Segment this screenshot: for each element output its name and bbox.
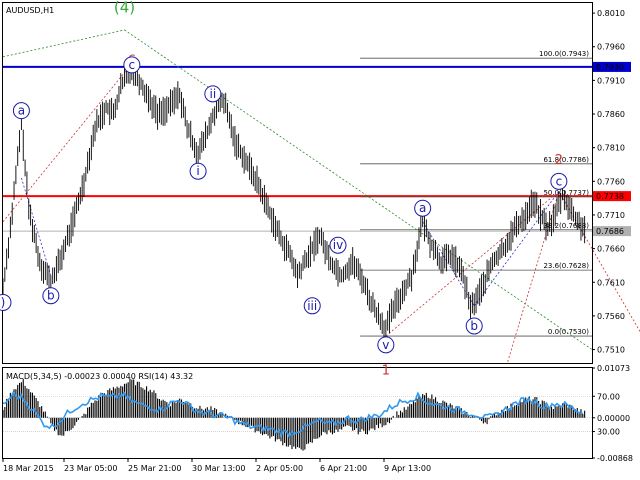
ytick-label-3: 0.7860 [597, 110, 625, 119]
ytick-label-7: 0.7660 [597, 245, 625, 254]
wave-label-3: a [18, 104, 25, 118]
hline-price-label-2: 0.7686 [596, 227, 624, 236]
ind-ytick-label-4: -0.00868 [597, 454, 633, 463]
wave-label-6: i [196, 164, 199, 178]
xtick-label-1: 23 Mar 05:00 [64, 464, 117, 473]
xtick-label-5: 6 Apr 21:00 [320, 464, 367, 473]
wave-label-7: iv [333, 238, 343, 252]
wave-label-5: ii [209, 87, 216, 101]
xtick-label-6: 9 Apr 13:00 [384, 464, 431, 473]
ind-ytick-label-3: 30.00 [597, 428, 620, 437]
wave-label-14: c [556, 174, 563, 188]
wave-label-15: ) [1, 295, 6, 309]
wave-label-4: b [47, 289, 55, 303]
price-chart[interactable]: 0.7930 0.7738 0.7686 100.0(0.7943) 61.8(0.7… [0, 0, 640, 480]
wave-label-8: iii [307, 299, 317, 313]
xtick-label-3: 30 Mar 13:00 [192, 464, 245, 473]
wave-label-0: (4) [114, 0, 135, 17]
fib-label-1: 61.8(0.7786) [543, 156, 589, 164]
wave-label-13: 2 [555, 153, 563, 168]
fib-label-0: 100.0(0.7943) [539, 50, 589, 58]
ytick-label-9: 0.7560 [597, 312, 625, 321]
ytick-label-5: 0.7760 [597, 177, 625, 186]
fib-label-4: 23.6(0.7628) [543, 262, 589, 270]
wave-label-10: 1 [382, 364, 390, 379]
hline-price-label-1: 0.7738 [596, 192, 624, 201]
ytick-label-10: 0.7510 [597, 346, 625, 355]
fib-label-5: 0.0(0.7530) [548, 328, 589, 336]
wave-label-12: b [470, 319, 478, 333]
xtick-label-2: 25 Mar 21:00 [128, 464, 181, 473]
xtick-label-4: 2 Apr 05:00 [256, 464, 303, 473]
ytick-label-1: 0.7960 [597, 43, 625, 52]
ytick-label-6: 0.7710 [597, 211, 625, 220]
xtick-label-0: 18 Mar 2015 [3, 464, 54, 473]
ytick-label-4: 0.7810 [597, 144, 625, 153]
ind-ytick-label-0: 0.01073 [597, 364, 630, 373]
ytick-label-8: 0.7610 [597, 278, 625, 287]
wave-label-11: a [419, 201, 426, 215]
ind-ytick-label-1: 70.00 [597, 392, 620, 401]
chart-title: AUDUSD,H1 [6, 6, 54, 15]
wave-label-2: c [129, 58, 136, 72]
indicator-title: MACD(5,34,5) -0.00023 0.00040 RSI(14) 43… [6, 372, 193, 381]
ind-ytick-label-2: 0.00000 [597, 414, 630, 423]
wave-label-9: v [382, 338, 389, 352]
ytick-label-0: 0.8010 [597, 9, 625, 18]
hline-price-label-0: 0.7930 [596, 63, 624, 72]
ytick-label-2: 0.7910 [597, 76, 625, 85]
